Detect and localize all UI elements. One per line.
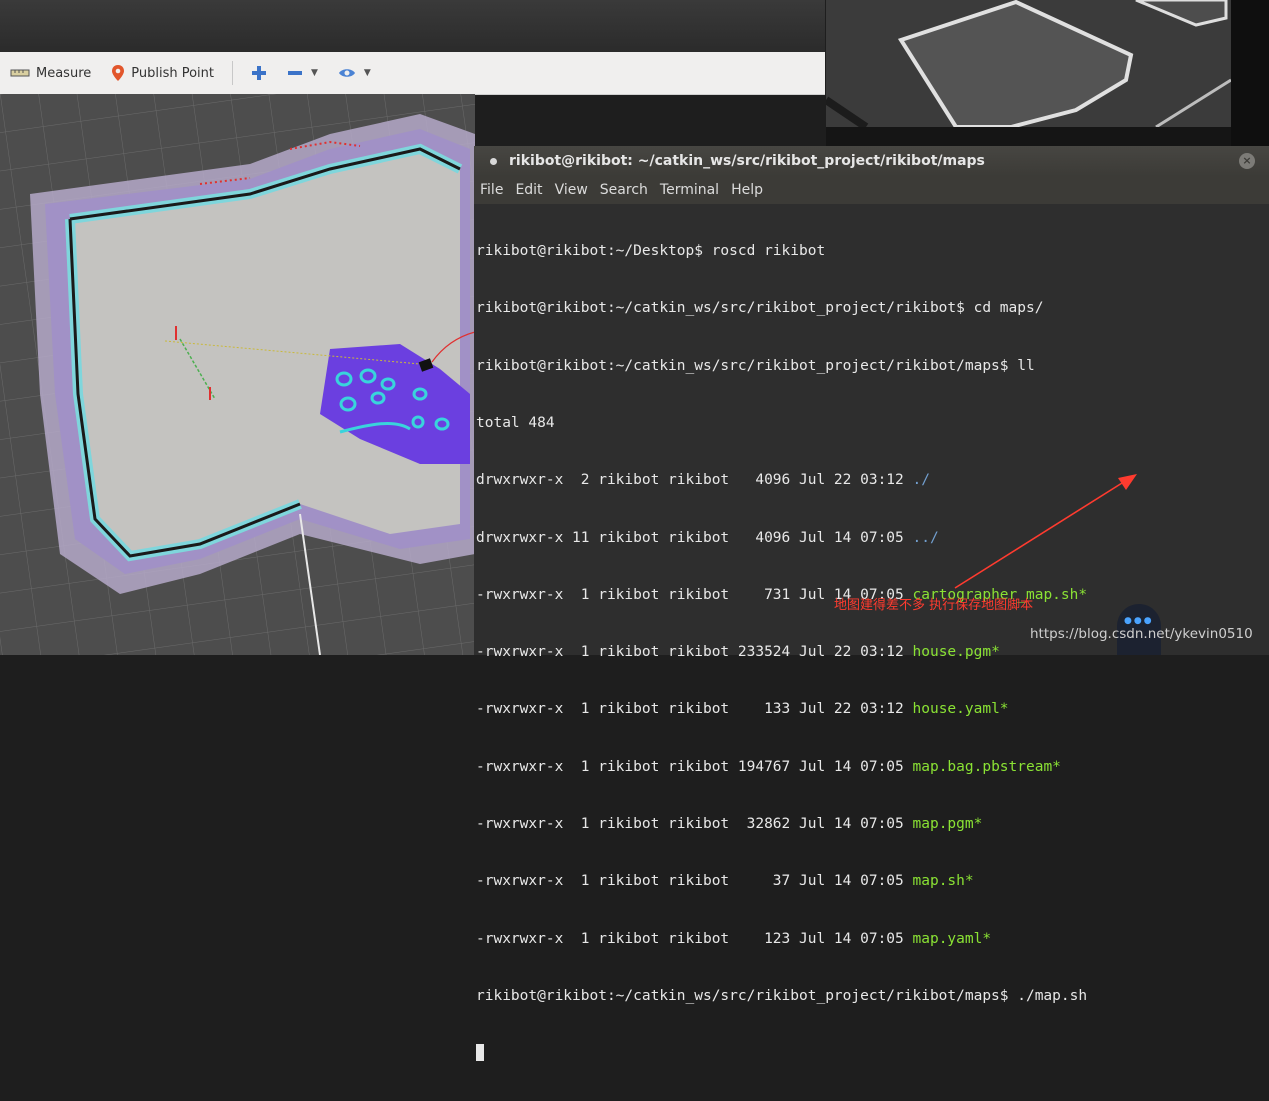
minus-icon <box>288 71 302 75</box>
plus-icon <box>252 66 266 80</box>
measure-tool[interactable]: Measure <box>0 52 101 94</box>
file-name: map.yaml* <box>912 930 992 947</box>
toolbar-separator <box>232 61 233 85</box>
clock-indicator-icon: ●●● <box>1124 616 1154 626</box>
window-indicator-icon <box>490 157 497 165</box>
terminal-line: rikibot@rikibot:~/catkin_ws/src/rikibot_… <box>476 300 1044 317</box>
file-name: map.sh* <box>912 873 974 890</box>
file-name: ./ <box>912 472 930 489</box>
menu-search[interactable]: Search <box>600 182 648 198</box>
file-meta: -rwxrwxr-x 1 rikibot rikibot 32862 Jul 1… <box>476 816 913 832</box>
listing-row: -rwxrwxr-x 1 rikibot rikibot 37 Jul 14 0… <box>476 872 1266 891</box>
file-meta: drwxrwxr-x 2 rikibot rikibot 4096 Jul 22… <box>476 472 913 489</box>
file-meta: -rwxrwxr-x 1 rikibot rikibot 37 Jul 14 0… <box>476 873 913 890</box>
desktop-top-strip <box>0 0 825 52</box>
file-name: map.bag.pbstream* <box>912 758 1061 775</box>
file-name: house.yaml* <box>912 701 1009 718</box>
terminal-output[interactable]: rikibot@rikibot:~/Desktop$ roscd rikibot… <box>476 204 1266 1062</box>
add-tool-button[interactable] <box>241 52 277 94</box>
window-close-icon[interactable]: × <box>1239 153 1255 169</box>
file-meta: -rwxrwxr-x 1 rikibot rikibot 233524 Jul … <box>476 644 913 661</box>
file-name: house.pgm* <box>912 644 1000 661</box>
rviz-toolbar: Measure Publish Point ▼ ▼ <box>0 52 825 95</box>
listing-row: drwxrwxr-x 11 rikibot rikibot 4096 Jul 1… <box>476 529 1266 548</box>
file-meta: -rwxrwxr-x 1 rikibot rikibot 194767 Jul … <box>476 758 913 775</box>
menu-edit[interactable]: Edit <box>515 182 542 198</box>
terminal-line: total 484 <box>476 415 555 432</box>
terminal-title-bar[interactable]: rikibot@rikibot: ~/catkin_ws/src/rikibot… <box>474 146 1269 176</box>
file-name: map.pgm* <box>912 816 983 832</box>
annotation-text: 地图建得差不多 执行保存地图脚本 <box>834 598 1034 613</box>
menu-terminal[interactable]: Terminal <box>660 182 719 198</box>
map-pin-icon <box>112 65 125 81</box>
watermark-text: https://blog.csdn.net/ykevin0510 <box>1030 626 1253 642</box>
listing-row: -rwxrwxr-x 1 rikibot rikibot 133 Jul 22 … <box>476 700 1266 719</box>
camera-image <box>826 0 1231 127</box>
menu-help[interactable]: Help <box>731 182 763 198</box>
listing-row: -rwxrwxr-x 1 rikibot rikibot 194767 Jul … <box>476 758 1266 777</box>
listing-row: drwxrwxr-x 2 rikibot rikibot 4096 Jul 22… <box>476 471 1266 490</box>
listing-row: -rwxrwxr-x 1 rikibot rikibot 123 Jul 14 … <box>476 930 1266 949</box>
ruler-icon <box>10 69 30 77</box>
file-meta: -rwxrwxr-x 1 rikibot rikibot 133 Jul 22 … <box>476 701 913 718</box>
measure-label: Measure <box>36 65 92 81</box>
terminal-title: rikibot@rikibot: ~/catkin_ws/src/rikibot… <box>509 153 985 169</box>
occupancy-grid-map <box>0 94 475 655</box>
remove-tool-button[interactable]: ▼ <box>277 52 328 94</box>
right-dark-panel <box>1231 0 1269 147</box>
file-meta: drwxrwxr-x 11 rikibot rikibot 4096 Jul 1… <box>476 529 913 546</box>
chevron-down-icon: ▼ <box>363 68 371 78</box>
terminal-window[interactable]: rikibot@rikibot: ~/catkin_ws/src/rikibot… <box>474 146 1269 1062</box>
camera-preview <box>826 0 1231 127</box>
file-name: ../ <box>912 529 939 546</box>
file-meta: -rwxrwxr-x 1 rikibot rikibot 123 Jul 14 … <box>476 930 913 947</box>
view-tool-button[interactable]: ▼ <box>328 52 381 94</box>
camera-bottom-strip <box>826 127 1269 147</box>
terminal-line: rikibot@rikibot:~/catkin_ws/src/rikibot_… <box>476 987 1088 1004</box>
menu-view[interactable]: View <box>555 182 588 198</box>
publish-point-tool[interactable]: Publish Point <box>101 52 224 94</box>
publish-point-label: Publish Point <box>131 65 214 81</box>
terminal-line: rikibot@rikibot:~/Desktop$ roscd rikibot <box>476 243 826 260</box>
terminal-cursor-line <box>476 1044 1266 1063</box>
terminal-line: rikibot@rikibot:~/catkin_ws/src/rikibot_… <box>476 357 1035 374</box>
listing-row: -rwxrwxr-x 1 rikibot rikibot 32862 Jul 1… <box>476 815 1266 834</box>
terminal-menu-bar: File Edit View Search Terminal Help <box>474 176 1269 204</box>
menu-file[interactable]: File <box>480 182 503 198</box>
chevron-down-icon: ▼ <box>311 68 318 78</box>
rviz-map-view[interactable] <box>0 94 475 655</box>
text-cursor <box>476 1044 484 1062</box>
eye-icon <box>338 69 355 77</box>
